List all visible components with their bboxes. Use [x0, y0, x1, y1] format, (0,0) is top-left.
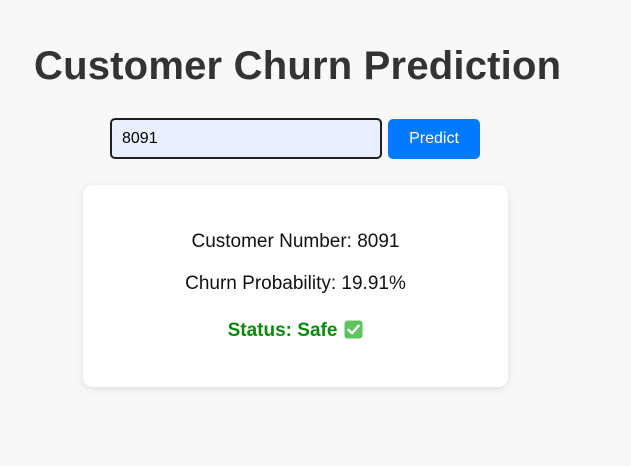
page: Customer Churn Prediction Predict Custom…: [0, 0, 631, 466]
status-text: Status: Safe: [227, 320, 338, 341]
customer-number-text: Customer Number: 8091: [191, 231, 400, 252]
churn-probability-text: Churn Probability: 19.91%: [185, 273, 406, 294]
status-line: Status: Safe: [83, 320, 508, 342]
predict-button[interactable]: Predict: [388, 119, 480, 159]
page-title: Customer Churn Prediction: [34, 44, 562, 88]
result-card: Customer Number: 8091 Churn Probability:…: [83, 185, 508, 387]
check-mark-icon: [344, 320, 363, 339]
customer-number-input[interactable]: [110, 118, 382, 159]
